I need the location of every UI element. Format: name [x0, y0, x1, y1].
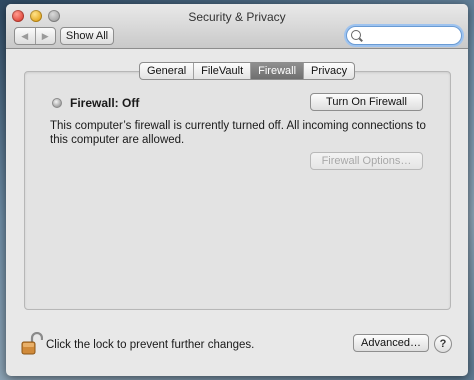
unlocked-padlock-icon[interactable]	[21, 332, 43, 356]
tab-firewall[interactable]: Firewall	[250, 63, 304, 79]
firewall-status-label: Firewall: Off	[70, 96, 140, 110]
show-all-button[interactable]: Show All	[60, 27, 114, 45]
back-button[interactable]: ◀	[15, 28, 35, 44]
tab-privacy[interactable]: Privacy	[303, 63, 354, 79]
help-button[interactable]: ?	[434, 335, 452, 353]
search-icon	[351, 30, 361, 40]
search-field[interactable]	[346, 26, 462, 45]
turn-on-firewall-button[interactable]: Turn On Firewall	[310, 93, 423, 111]
title-bar: Security & Privacy ◀ ▶ Show All	[6, 4, 468, 49]
window-title: Security & Privacy	[188, 10, 286, 24]
preferences-window: Security & Privacy ◀ ▶ Show All General …	[6, 4, 468, 376]
firewall-description: This computer’s firewall is currently tu…	[50, 120, 426, 146]
tab-general[interactable]: General	[140, 63, 193, 79]
status-dot-icon	[52, 98, 62, 108]
advanced-button[interactable]: Advanced…	[353, 334, 429, 352]
lock-message: Click the lock to prevent further change…	[46, 339, 255, 351]
firewall-status: Firewall: Off	[52, 96, 139, 110]
tab-filevault[interactable]: FileVault	[193, 63, 250, 79]
tab-bar: General FileVault Firewall Privacy	[139, 62, 356, 80]
firewall-options-button[interactable]: Firewall Options…	[310, 152, 423, 170]
forward-button[interactable]: ▶	[34, 28, 56, 44]
navigation-buttons: ◀ ▶	[14, 27, 56, 45]
search-input[interactable]	[365, 28, 459, 44]
